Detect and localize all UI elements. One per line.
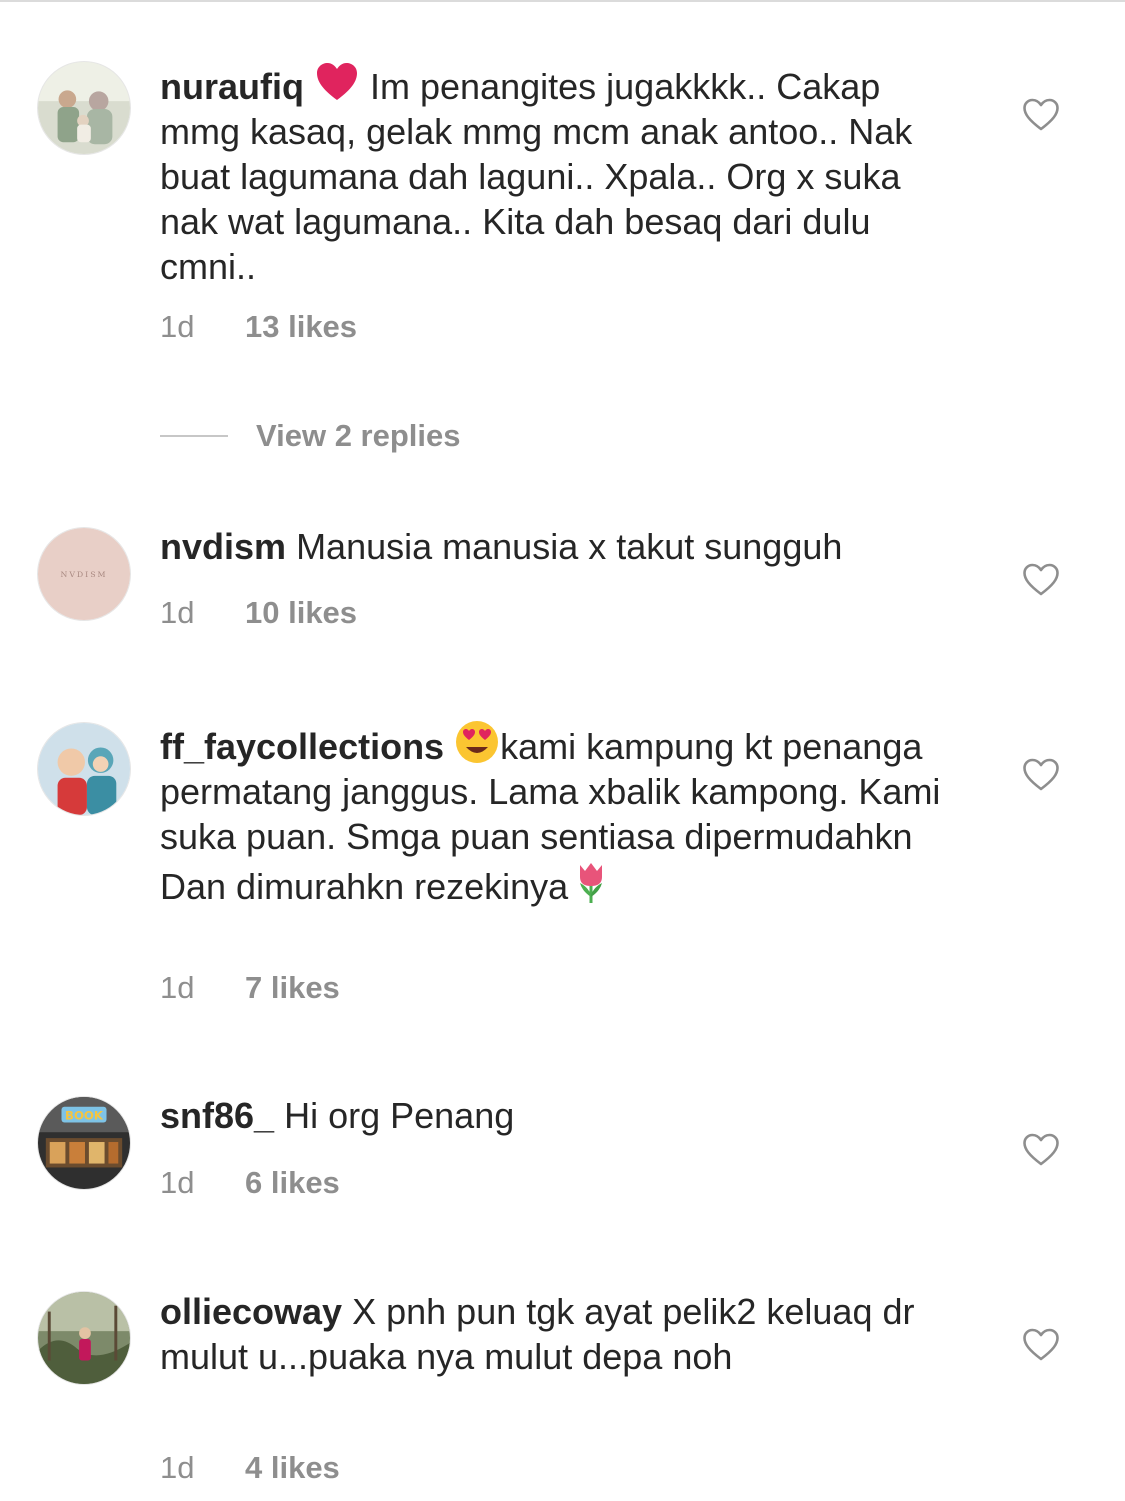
comment-likes[interactable]: 10 likes — [245, 595, 357, 630]
comment-time: 1d — [160, 1450, 195, 1485]
avatar[interactable] — [37, 722, 131, 816]
avatar[interactable]: BOOK — [37, 1096, 131, 1190]
comment-username[interactable]: ff_faycollections — [160, 726, 444, 767]
comment-likes[interactable]: 6 likes — [245, 1165, 340, 1200]
comment-text: nuraufiq Im penangites jugakkkk.. Cakap … — [160, 59, 960, 289]
comment-text: olliecoway X pnh pun tgk ayat pelik2 kel… — [160, 1289, 960, 1379]
comment-message: Manusia manusia x takut sungguh — [296, 526, 843, 567]
comment-username[interactable]: olliecoway — [160, 1291, 342, 1332]
comment-meta: 1d 13 likes — [160, 307, 357, 347]
comment-time: 1d — [160, 595, 195, 630]
comment-likes[interactable]: 4 likes — [245, 1450, 340, 1485]
like-heart-icon[interactable] — [1022, 758, 1060, 792]
comment-username[interactable]: snf86_ — [160, 1095, 274, 1136]
like-heart-icon[interactable] — [1022, 1328, 1060, 1362]
comment-message: Hi org Penang — [284, 1095, 515, 1136]
avatar[interactable] — [37, 61, 131, 155]
like-heart-icon[interactable] — [1022, 563, 1060, 597]
comment-meta: 1d 6 likes — [160, 1163, 340, 1203]
comment-meta: 1d 7 likes — [160, 968, 340, 1008]
avatar[interactable]: NVDISM — [37, 527, 131, 621]
comment-likes[interactable]: 7 likes — [245, 970, 340, 1005]
avatar[interactable] — [37, 1291, 131, 1385]
comment-time: 1d — [160, 970, 195, 1005]
like-heart-icon[interactable] — [1022, 98, 1060, 132]
view-replies-button[interactable]: View 2 replies — [160, 414, 461, 458]
avatar-logo-text: NVDISM — [61, 570, 108, 579]
comment-text: snf86_ Hi org Penang — [160, 1093, 960, 1138]
comment-time: 1d — [160, 309, 195, 344]
comment-time: 1d — [160, 1165, 195, 1200]
view-replies-label: View 2 replies — [256, 418, 461, 453]
replies-divider — [160, 435, 228, 437]
avatar-sign-text: BOOK — [65, 1109, 104, 1123]
red-heart-emoji-icon — [314, 59, 360, 105]
comment-meta: 1d 10 likes — [160, 593, 357, 633]
comment-text: nvdism Manusia manusia x takut sungguh — [160, 524, 960, 569]
heart-eyes-emoji-icon — [454, 719, 500, 765]
comment-username[interactable]: nuraufiq — [160, 66, 304, 107]
like-heart-icon[interactable] — [1022, 1133, 1060, 1167]
top-divider — [0, 0, 1125, 2]
comment-likes[interactable]: 13 likes — [245, 309, 357, 344]
comment-username[interactable]: nvdism — [160, 526, 286, 567]
comment-text: ff_faycollections kami kampung kt penang… — [160, 719, 960, 909]
comment-meta: 1d 4 likes — [160, 1448, 340, 1488]
tulip-emoji-icon — [568, 859, 614, 905]
